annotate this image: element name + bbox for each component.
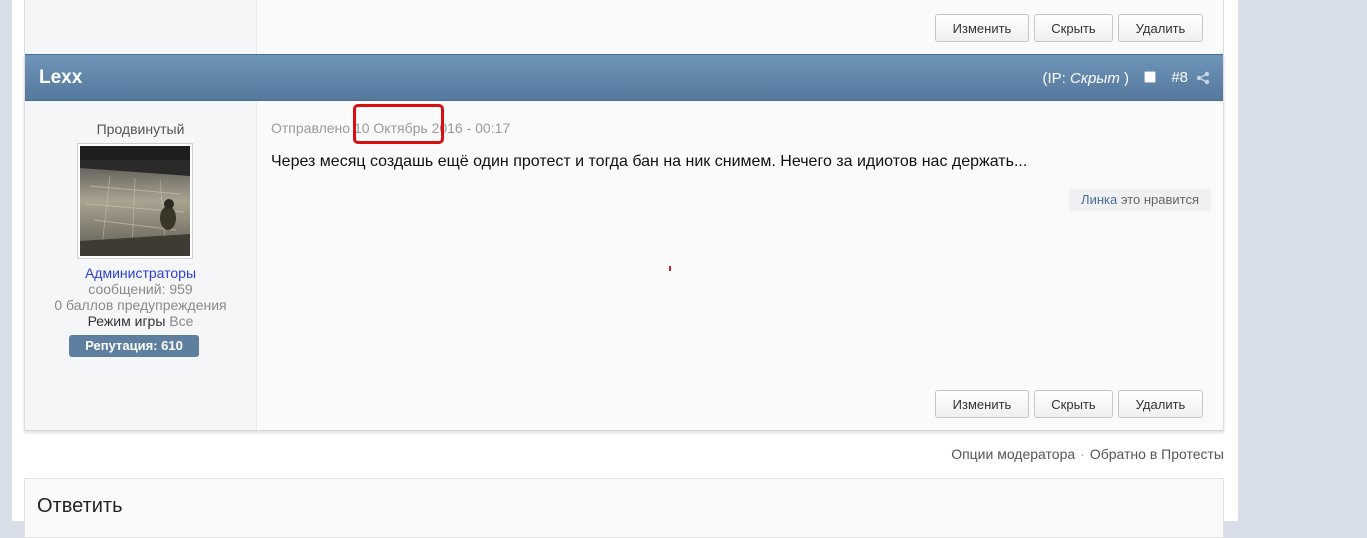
moderator-options-link[interactable]: Опции модератора <box>951 446 1075 462</box>
avatar-image <box>80 146 190 256</box>
previous-post-author-column <box>25 0 257 54</box>
post-header: Lexx (IP: Скрыт ) #8 <box>25 54 1223 101</box>
date-highlight-annotation <box>353 104 444 144</box>
author-posts-count: сообщений: 959 <box>88 281 193 297</box>
author-game-mode: Режим игры Все <box>25 313 256 329</box>
post-8: Lexx (IP: Скрыт ) #8 Продвинутый Админис… <box>24 54 1224 431</box>
reply-title: Ответить <box>37 495 123 517</box>
hide-button-top[interactable]: Скрыть <box>1034 14 1113 42</box>
ip-prefix: (IP: <box>1042 70 1071 87</box>
likes-bar: Линка это нравится <box>1069 189 1211 211</box>
game-mode-value: Все <box>169 313 194 329</box>
game-mode-label: Режим игры <box>87 313 166 329</box>
previous-post-footer: Изменить Скрыть Удалить <box>24 0 1224 54</box>
reply-box: Ответить <box>24 478 1224 538</box>
footer-separator: · <box>1080 446 1085 462</box>
ip-suffix: ) <box>1119 70 1129 87</box>
back-to-protests-link[interactable]: Обратно в Протесты <box>1090 446 1224 462</box>
page-content: Изменить Скрыть Удалить Lexx (IP: Скрыт … <box>12 0 1238 538</box>
red-mark <box>669 266 671 271</box>
delete-button-top[interactable]: Удалить <box>1118 14 1203 42</box>
post-author-name[interactable]: Lexx <box>39 67 82 89</box>
author-rank: Продвинутый <box>96 121 185 137</box>
author-info: Продвинутый Администраторы сообщений: 95… <box>25 101 257 430</box>
delete-button[interactable]: Удалить <box>1118 390 1203 418</box>
select-post-checkbox[interactable] <box>1144 71 1156 83</box>
ip-value: Скрыт <box>1070 70 1120 87</box>
post-number-link[interactable]: #8 <box>1171 69 1188 86</box>
share-icon[interactable] <box>1196 71 1210 85</box>
liker-link[interactable]: Линка <box>1081 192 1117 207</box>
edit-button[interactable]: Изменить <box>935 390 1029 418</box>
reputation-badge: Репутация: 610 <box>69 335 199 357</box>
author-group-link[interactable]: Администраторы <box>25 265 256 281</box>
hide-button[interactable]: Скрыть <box>1034 390 1113 418</box>
edit-button-top[interactable]: Изменить <box>935 14 1029 42</box>
author-warning-points: 0 баллов предупреждения <box>54 297 227 313</box>
post-body: Продвинутый Администраторы сообщений: 95… <box>25 101 1223 430</box>
avatar[interactable] <box>77 143 193 259</box>
ip-info: (IP: Скрыт ) <box>1043 70 1129 87</box>
moderation-footer: Опции модератора · Обратно в Протесты <box>951 446 1224 462</box>
post-text: Через месяц создашь ещё один протест и т… <box>271 153 1028 170</box>
post-date-prefix: Отправлено <box>271 120 351 136</box>
likes-suffix: это нравится <box>1120 192 1199 207</box>
